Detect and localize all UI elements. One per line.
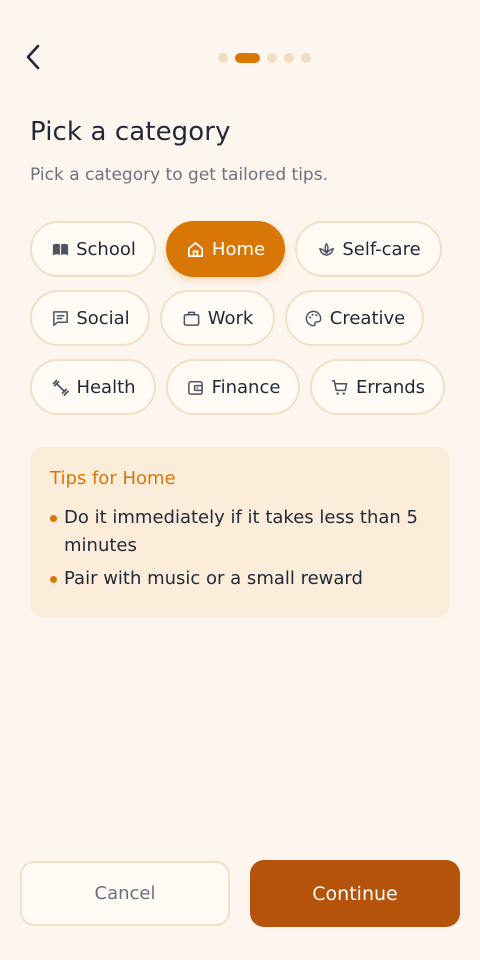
page-title: Pick a category: [30, 117, 231, 147]
category-chip-self-care[interactable]: Self-care: [295, 221, 442, 277]
progress-dot: [284, 53, 294, 63]
category-label: Creative: [329, 307, 406, 329]
category-label: Errands: [355, 376, 426, 398]
category-chip-work[interactable]: Work: [160, 290, 275, 346]
category-label: Social: [76, 307, 130, 329]
message-icon: [50, 308, 70, 328]
progress-dot: [218, 53, 228, 63]
briefcase-icon: [182, 308, 202, 328]
tip-text: Do it immediately if it takes less than …: [64, 507, 418, 556]
category-chip-finance[interactable]: Finance: [166, 359, 300, 415]
dumbbell-icon: [50, 377, 70, 397]
cart-icon: [330, 377, 350, 397]
tip-item: Do it immediately if it takes less than …: [50, 504, 420, 560]
lotus-icon: [316, 239, 336, 259]
cancel-button[interactable]: Cancel: [20, 861, 230, 926]
category-label: Self-care: [342, 238, 421, 260]
progress-dot-active: [235, 53, 260, 63]
category-chip-creative[interactable]: Creative: [285, 290, 424, 346]
progress-dot: [301, 53, 311, 63]
bullet-icon: [50, 565, 64, 593]
continue-button[interactable]: Continue: [250, 860, 460, 927]
progress-indicator: [218, 53, 311, 63]
back-button[interactable]: [18, 42, 48, 72]
category-label: Work: [207, 307, 254, 329]
progress-dot: [267, 53, 277, 63]
wallet-icon: [186, 377, 206, 397]
page-subtitle: Pick a category to get tailored tips.: [30, 165, 328, 185]
palette-icon: [304, 308, 324, 328]
tips-card: Tips for Home Do it immediately if it ta…: [30, 447, 450, 618]
category-label: School: [76, 238, 136, 260]
category-chip-health[interactable]: Health: [30, 359, 156, 415]
category-chip-social[interactable]: Social: [30, 290, 150, 346]
chevron-left-icon: [26, 44, 40, 70]
category-chip-school[interactable]: School: [30, 221, 156, 277]
tip-text: Pair with music or a small reward: [64, 568, 363, 589]
home-icon: [186, 239, 206, 259]
category-chip-errands[interactable]: Errands: [310, 359, 445, 415]
category-label: Home: [211, 238, 266, 260]
category-label: Finance: [211, 376, 281, 398]
tip-item: Pair with music or a small reward: [50, 565, 420, 593]
bullet-icon: [50, 504, 64, 560]
book-icon: [50, 239, 70, 259]
category-label: Health: [76, 376, 136, 398]
category-chip-home[interactable]: Home: [166, 221, 285, 277]
tips-title: Tips for Home: [50, 468, 176, 489]
